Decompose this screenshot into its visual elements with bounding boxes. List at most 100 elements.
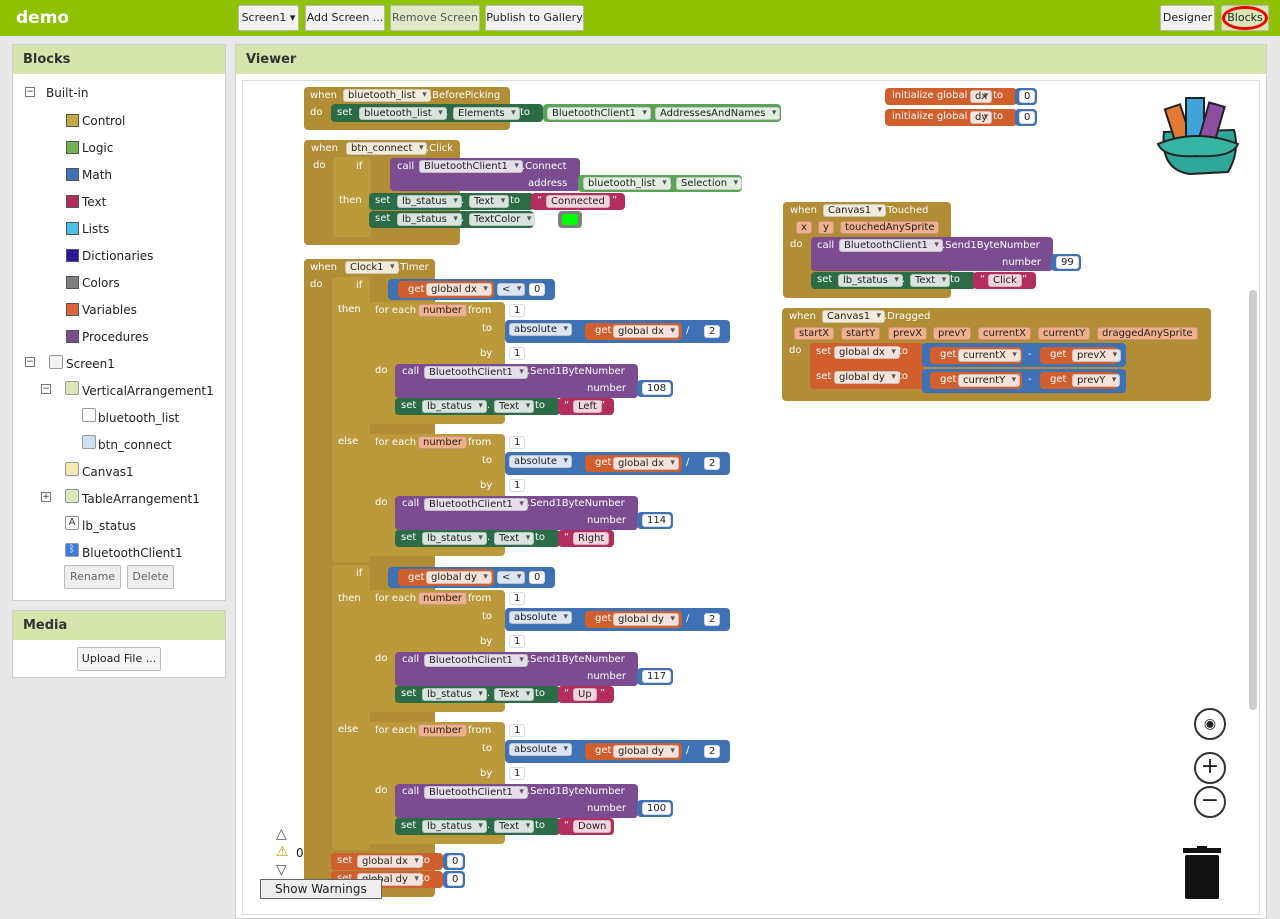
delete-button[interactable]: Delete (127, 565, 174, 589)
number-field[interactable]: 0 (529, 571, 546, 584)
screen1-collapse-icon[interactable]: − (25, 357, 35, 367)
text-field[interactable]: Connected (546, 195, 610, 208)
text-field[interactable]: Down (573, 820, 612, 833)
if-block-dx[interactable] (332, 277, 370, 562)
component-dropdown[interactable]: lb_status (422, 688, 487, 701)
designer-button[interactable]: Designer (1160, 5, 1215, 31)
workspace-scrollbar[interactable] (1249, 290, 1257, 710)
number-field[interactable]: 1 (509, 347, 526, 360)
text-field[interactable]: Click (988, 274, 1022, 287)
screen-select-button[interactable]: Screen1 ▾ (238, 5, 299, 31)
math-dropdown[interactable]: absolute (509, 743, 572, 756)
number-field[interactable]: 114 (642, 514, 672, 527)
tree-lb-status[interactable]: lb_status (82, 517, 136, 535)
show-warnings-button[interactable]: Show Warnings (260, 879, 382, 899)
component-dropdown[interactable]: btn_connect (346, 142, 428, 155)
operator-dropdown[interactable]: < (497, 283, 526, 296)
zoom-in-icon[interactable]: + (1194, 752, 1226, 784)
component-dropdown[interactable]: BluetoothClient1 (424, 366, 528, 379)
component-dropdown[interactable]: BluetoothClient1 (547, 107, 651, 120)
loop-variable-field[interactable]: number (418, 724, 468, 737)
number-field[interactable]: 117 (642, 670, 672, 683)
loop-variable-field[interactable]: number (418, 592, 468, 605)
variable-dropdown[interactable]: global dx (613, 325, 679, 338)
trash-icon[interactable] (1183, 846, 1221, 899)
number-field[interactable]: 0 (447, 855, 464, 868)
param-prevx[interactable]: prevX (888, 327, 928, 340)
variable-dropdown[interactable]: global dy (613, 745, 679, 758)
number-field[interactable]: 2 (704, 457, 721, 470)
number-field[interactable]: 0 (1019, 90, 1036, 103)
backpack-icon[interactable] (1150, 92, 1242, 178)
tree-bluetooth-client[interactable]: BluetoothClient1 (82, 544, 183, 562)
param-currenty[interactable]: currentY (1038, 327, 1091, 340)
tree-table-arrangement[interactable]: TableArrangement1 (82, 490, 200, 508)
component-dropdown[interactable]: lb_status (397, 213, 462, 226)
number-field[interactable]: 0 (447, 873, 464, 886)
number-field[interactable]: 1 (509, 767, 526, 780)
param-prevy[interactable]: prevY (933, 327, 972, 340)
math-dropdown[interactable]: absolute (509, 323, 572, 336)
variable-name-field[interactable]: dx (970, 90, 993, 103)
property-dropdown[interactable]: Text (494, 820, 535, 833)
property-dropdown[interactable]: AddressesAndNames (655, 107, 781, 120)
variable-dropdown[interactable]: global dx (834, 346, 900, 359)
param-startx[interactable]: startX (794, 327, 835, 340)
param-starty[interactable]: startY (841, 327, 881, 340)
publish-gallery-button[interactable]: Publish to Gallery (485, 5, 584, 31)
tree-bluetooth-list[interactable]: bluetooth_list (98, 409, 179, 427)
number-field[interactable]: 2 (704, 613, 721, 626)
if-block-dy[interactable] (332, 565, 370, 850)
number-field[interactable]: 1 (509, 436, 526, 449)
tree-btn-connect[interactable]: btn_connect (98, 436, 172, 454)
warning-up-icon[interactable]: △ (276, 826, 287, 842)
component-dropdown[interactable]: BluetoothClient1 (839, 239, 943, 252)
variable-dropdown[interactable]: currentY (958, 374, 1021, 387)
upload-file-button[interactable]: Upload File ... (77, 647, 161, 671)
number-field[interactable]: 2 (704, 745, 721, 758)
number-field[interactable]: 0 (1019, 111, 1036, 124)
category-item[interactable]: Text (82, 193, 106, 211)
builtin-collapse-icon[interactable]: − (25, 87, 35, 97)
zoom-out-icon[interactable]: − (1194, 786, 1226, 818)
category-item[interactable]: Lists (82, 220, 109, 238)
component-dropdown[interactable]: BluetoothClient1 (424, 654, 528, 667)
number-field[interactable]: 99 (1056, 256, 1079, 269)
category-item[interactable]: Logic (82, 139, 113, 157)
param-touched[interactable]: touchedAnySprite (840, 221, 940, 234)
component-dropdown[interactable]: lb_status (838, 274, 903, 287)
variable-name-field[interactable]: dy (970, 111, 993, 124)
param-dragged[interactable]: draggedAnySprite (1097, 327, 1198, 340)
number-field[interactable]: 1 (509, 592, 526, 605)
tree-canvas1[interactable]: Canvas1 (82, 463, 134, 481)
remove-screen-button[interactable]: Remove Screen (390, 5, 480, 31)
category-item[interactable]: Colors (82, 274, 120, 292)
property-dropdown[interactable]: Text (910, 274, 951, 287)
loop-variable-field[interactable]: number (418, 436, 468, 449)
text-field[interactable]: Up (573, 688, 597, 701)
variable-dropdown[interactable]: global dy (426, 571, 492, 584)
property-dropdown[interactable]: Text (494, 532, 535, 545)
variable-dropdown[interactable]: currentX (958, 349, 1021, 362)
variable-dropdown[interactable]: prevY (1072, 374, 1121, 387)
variable-dropdown[interactable]: global dx (357, 855, 423, 868)
component-dropdown[interactable]: BluetoothClient1 (424, 498, 528, 511)
math-dropdown[interactable]: absolute (509, 611, 572, 624)
component-dropdown[interactable]: Canvas1 (822, 310, 886, 323)
component-dropdown[interactable]: BluetoothClient1 (419, 160, 523, 173)
category-item[interactable]: Control (82, 112, 125, 130)
operator-dropdown[interactable]: < (497, 571, 526, 584)
number-field[interactable]: 108 (642, 382, 672, 395)
variable-dropdown[interactable]: global dx (613, 457, 679, 470)
property-dropdown[interactable]: Elements (453, 107, 520, 120)
category-item[interactable]: Procedures (82, 328, 149, 346)
component-dropdown[interactable]: lb_status (397, 195, 462, 208)
component-dropdown[interactable]: lb_status (422, 532, 487, 545)
number-field[interactable]: 1 (509, 479, 526, 492)
green-color-swatch[interactable] (562, 214, 578, 225)
component-dropdown[interactable]: lb_status (422, 820, 487, 833)
table-expand-icon[interactable]: + (41, 492, 51, 502)
component-dropdown[interactable]: Clock1 (345, 261, 399, 274)
number-field[interactable]: 0 (529, 283, 546, 296)
variable-dropdown[interactable]: global dx (426, 283, 492, 296)
